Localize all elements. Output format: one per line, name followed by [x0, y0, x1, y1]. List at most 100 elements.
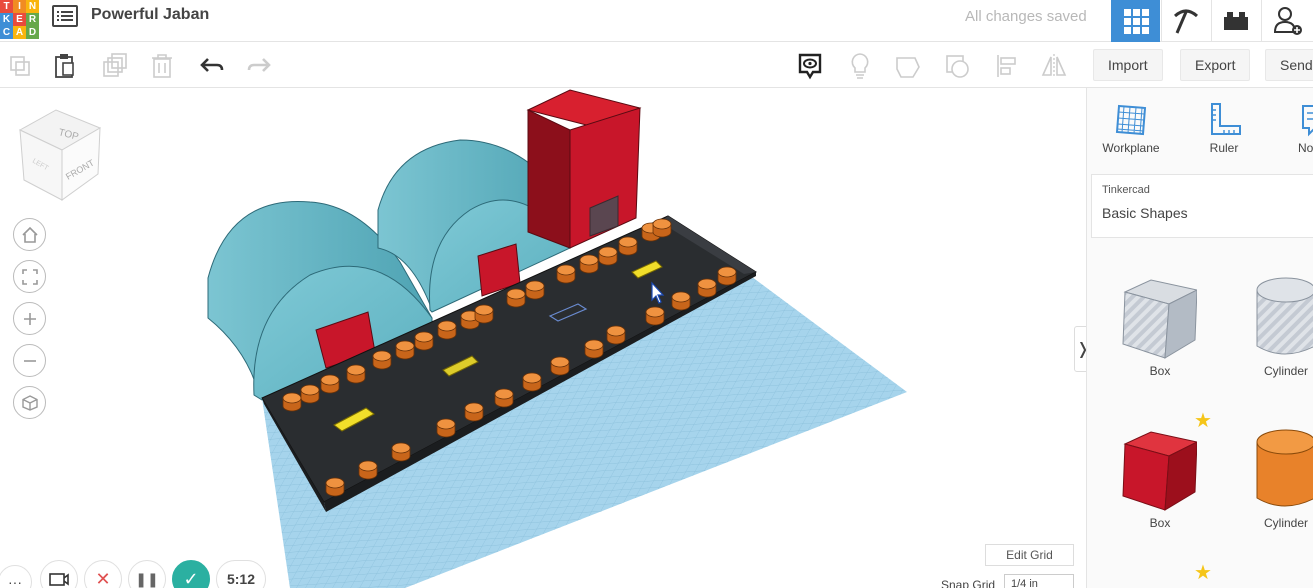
design-list-icon[interactable]: [52, 5, 78, 27]
fit-view-icon: [21, 268, 38, 285]
hole-button[interactable]: [943, 51, 973, 81]
workplane-label: Workplane: [1102, 141, 1160, 155]
orange-cylinder-peg[interactable]: [525, 280, 545, 300]
light-button[interactable]: [845, 51, 875, 81]
orange-cylinder-peg[interactable]: [550, 356, 570, 376]
edit-grid-button[interactable]: Edit Grid: [985, 544, 1074, 566]
orange-cylinder-peg[interactable]: [474, 304, 494, 324]
orange-cylinder-peg[interactable]: [436, 418, 456, 438]
undo-button[interactable]: [197, 51, 227, 81]
bricks-view-button[interactable]: [1211, 0, 1260, 42]
orange-cylinder-peg[interactable]: [414, 331, 434, 351]
paste-button[interactable]: [50, 51, 80, 81]
undo-icon: [200, 58, 224, 72]
orange-cylinder-peg[interactable]: [506, 288, 526, 308]
shape-tile-box-gray[interactable]: Box: [1117, 270, 1207, 380]
orange-cylinder-peg[interactable]: [645, 306, 665, 326]
perspective-button[interactable]: [13, 386, 46, 419]
cylinder-gray-icon: [1256, 277, 1313, 355]
orange-cylinder-peg[interactable]: [556, 264, 576, 284]
ruler-label: Ruler: [1209, 141, 1239, 155]
mirror-button[interactable]: [1039, 51, 1069, 81]
home-view-button[interactable]: [13, 218, 46, 251]
align-button[interactable]: [992, 51, 1022, 81]
shape-library-selector[interactable]: Tinkercad Basic Shapes: [1091, 174, 1313, 238]
orange-cylinder-peg[interactable]: [358, 460, 378, 480]
shape-label: Box: [1149, 364, 1171, 378]
workplane-viewport[interactable]: TOP FRONT LEFT: [0, 88, 1086, 588]
import-button[interactable]: Import: [1093, 49, 1163, 81]
orange-cylinder-peg[interactable]: [606, 325, 626, 345]
user-profile-button[interactable]: [1261, 0, 1313, 42]
orange-cylinder-peg[interactable]: [671, 291, 691, 311]
design-title[interactable]: Powerful Jaban: [91, 6, 209, 24]
library-source: Tinkercad: [1102, 184, 1150, 196]
ruler-icon: [1211, 103, 1241, 135]
send-to-button[interactable]: Send: [1265, 49, 1313, 81]
zoom-out-button[interactable]: [13, 344, 46, 377]
orange-cylinder-peg[interactable]: [282, 392, 302, 412]
logo-letter: D: [26, 26, 39, 39]
notes-toggle-button[interactable]: [795, 51, 825, 81]
orange-cylinder-peg[interactable]: [346, 364, 366, 384]
orange-cylinder-peg[interactable]: [320, 374, 340, 394]
speech-bubble-icon: [798, 53, 822, 80]
lightbulb-icon: [851, 53, 869, 79]
close-icon: ✕: [95, 568, 111, 588]
shape-label: Cylinder: [1263, 364, 1308, 378]
trash-icon: [152, 54, 172, 78]
orange-cylinder-peg[interactable]: [494, 388, 514, 408]
duplicate-button[interactable]: [100, 51, 130, 81]
orange-cylinder-peg[interactable]: [395, 340, 415, 360]
orange-cylinder-peg[interactable]: [391, 442, 411, 462]
notes-tool[interactable]: No: [1287, 102, 1313, 155]
3d-view-button[interactable]: [1111, 0, 1160, 42]
add-user-icon: [1273, 7, 1302, 35]
orange-cylinder-peg[interactable]: [598, 246, 618, 266]
shape-button[interactable]: [893, 51, 923, 81]
star-icon[interactable]: ★: [1194, 560, 1212, 585]
copy-button[interactable]: [5, 51, 35, 81]
delete-button[interactable]: [147, 51, 177, 81]
fit-view-button[interactable]: [13, 260, 46, 293]
orange-cylinder-peg[interactable]: [584, 339, 604, 359]
ruler-tool[interactable]: Ruler: [1192, 102, 1256, 155]
plus-icon: [23, 312, 36, 325]
view-cube[interactable]: TOP FRONT LEFT: [16, 108, 106, 204]
snap-grid-label: Snap Grid: [941, 578, 996, 588]
box-gray-icon: [1122, 279, 1197, 359]
redo-button[interactable]: [244, 51, 274, 81]
blocks-view-button[interactable]: [1161, 0, 1210, 42]
orange-cylinder-peg[interactable]: [372, 350, 392, 370]
shape-label: Box: [1149, 516, 1171, 530]
zoom-in-button[interactable]: [13, 302, 46, 335]
shape-tile-box-red[interactable]: Box: [1117, 422, 1207, 532]
orange-cylinder-peg[interactable]: [464, 402, 484, 422]
copy-icon: [10, 56, 30, 76]
workplane-tool[interactable]: Workplane: [1099, 102, 1163, 155]
orange-cylinder-peg[interactable]: [437, 320, 457, 340]
orange-cylinder-peg[interactable]: [579, 254, 599, 274]
export-button[interactable]: Export: [1180, 49, 1251, 81]
orange-cylinder-peg[interactable]: [300, 384, 320, 404]
snap-grid-select[interactable]: 1/4 in: [1004, 574, 1074, 588]
orange-cylinder-peg[interactable]: [325, 477, 345, 497]
3d-scene[interactable]: [0, 88, 1086, 588]
red-tower-box[interactable]: [526, 89, 642, 249]
orange-cylinder-peg[interactable]: [652, 218, 672, 238]
align-icon: [997, 55, 1016, 77]
tinkercad-logo[interactable]: T I N K E R C A D: [0, 0, 40, 40]
orange-cylinder-peg[interactable]: [717, 266, 737, 286]
shape-tile-cylinder-gray[interactable]: Cylinder: [1251, 270, 1313, 380]
orange-cylinder-peg[interactable]: [522, 372, 542, 392]
camera-icon: [49, 573, 69, 586]
check-icon: ✓: [183, 568, 199, 588]
shape-tile-cylinder-orange[interactable]: Cylinder: [1251, 422, 1313, 532]
orange-cylinder-peg[interactable]: [618, 236, 638, 256]
logo-letter: C: [0, 26, 13, 39]
orange-cylinder-peg[interactable]: [697, 278, 717, 298]
logo-letter: R: [26, 13, 39, 26]
pickaxe-icon: [1173, 9, 1199, 34]
pause-icon: ❚❚: [135, 570, 159, 587]
workplane-icon: [1115, 104, 1147, 136]
